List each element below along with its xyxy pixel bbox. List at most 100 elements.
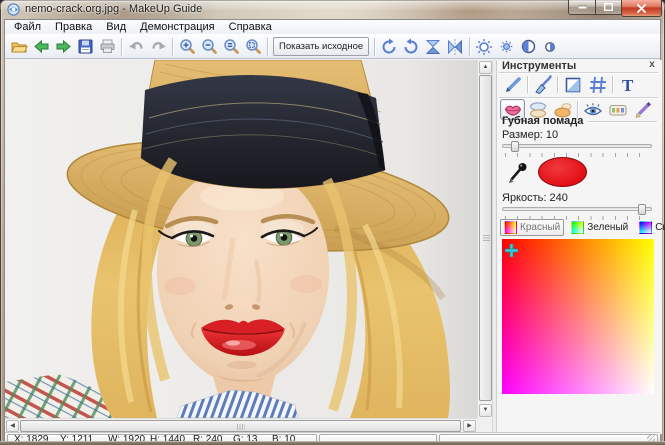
tools-row-1: T bbox=[500, 74, 640, 95]
color-tab-label: Зеленый bbox=[587, 222, 628, 233]
scroll-left-icon[interactable]: ◀ bbox=[6, 420, 19, 432]
crop-icon bbox=[563, 75, 583, 95]
slider-track[interactable] bbox=[502, 144, 652, 148]
scroll-right-icon[interactable]: ▶ bbox=[463, 420, 476, 432]
flip-vertical-button[interactable] bbox=[422, 36, 444, 58]
tools-panel: Инструменты x bbox=[497, 60, 662, 434]
tool-grid[interactable] bbox=[585, 74, 610, 95]
color-preview-row bbox=[502, 156, 654, 188]
forward-button[interactable] bbox=[52, 36, 74, 58]
eyedropper-button[interactable] bbox=[506, 159, 530, 185]
vertical-scroll-thumb[interactable] bbox=[479, 75, 492, 401]
close-icon bbox=[637, 4, 646, 13]
app-window: nemo-crack.org.jpg - MakeUp Guide Файл П… bbox=[0, 0, 665, 445]
color-tab-blue[interactable]: Синий bbox=[635, 219, 665, 236]
tool-pen[interactable] bbox=[500, 74, 525, 95]
redo-button[interactable] bbox=[147, 36, 169, 58]
client-area: Файл Правка Вид Демонстрация Справка bbox=[4, 19, 661, 441]
brightness-button[interactable] bbox=[473, 36, 495, 58]
menu-help[interactable]: Справка bbox=[222, 20, 279, 34]
toolbar-separator bbox=[172, 38, 173, 56]
color-tab-label: Синий bbox=[655, 222, 665, 233]
tool-text[interactable]: T bbox=[615, 74, 640, 95]
printer-icon bbox=[99, 38, 116, 55]
open-folder-icon bbox=[11, 38, 28, 55]
show-original-button[interactable]: Показать исходное bbox=[273, 37, 369, 56]
brightness-sun-icon bbox=[475, 38, 493, 56]
contrast-circle-icon bbox=[520, 38, 537, 55]
vertical-scrollbar[interactable]: ▲ ▼ bbox=[477, 60, 492, 418]
menu-view[interactable]: Вид bbox=[99, 20, 133, 34]
maximize-button[interactable] bbox=[595, 0, 621, 15]
divider bbox=[588, 121, 657, 122]
flip-vertical-icon bbox=[424, 38, 442, 56]
save-button[interactable] bbox=[74, 36, 96, 58]
zoom-fit-icon bbox=[245, 38, 262, 55]
print-button[interactable] bbox=[96, 36, 118, 58]
blue-gradient-swatch bbox=[639, 221, 652, 234]
size-slider-thumb[interactable] bbox=[511, 141, 519, 152]
open-button[interactable] bbox=[8, 36, 30, 58]
zoom-fit-button[interactable] bbox=[242, 36, 264, 58]
section-title: Губная помада bbox=[502, 115, 583, 127]
back-button[interactable] bbox=[30, 36, 52, 58]
panel-title: Инструменты bbox=[502, 60, 576, 72]
scroll-up-icon[interactable]: ▲ bbox=[479, 61, 492, 74]
zoom-out-icon bbox=[201, 38, 218, 55]
tool-crop[interactable] bbox=[560, 74, 585, 95]
color-mode-tabs: Красный Зеленый Синий bbox=[500, 219, 659, 237]
brightness-small-button[interactable] bbox=[495, 36, 517, 58]
save-floppy-icon bbox=[77, 38, 94, 55]
rotate-cw-button[interactable] bbox=[378, 36, 400, 58]
menu-file[interactable]: Файл bbox=[7, 20, 48, 34]
brightness-slider[interactable] bbox=[502, 204, 652, 213]
undo-icon bbox=[128, 38, 145, 55]
flip-horizontal-button[interactable] bbox=[444, 36, 466, 58]
titlebar[interactable]: nemo-crack.org.jpg - MakeUp Guide bbox=[0, 0, 665, 19]
divider bbox=[527, 76, 528, 93]
brightness-small-icon bbox=[500, 40, 513, 53]
zoom-out-button[interactable] bbox=[198, 36, 220, 58]
tool-brush[interactable] bbox=[530, 74, 555, 95]
zoom-actual-icon bbox=[223, 38, 240, 55]
contrast-small-button[interactable] bbox=[539, 36, 561, 58]
green-gradient-swatch bbox=[571, 221, 584, 234]
minimize-button[interactable] bbox=[568, 0, 595, 15]
section-header: Губная помада bbox=[502, 115, 657, 127]
brightness-slider-thumb[interactable] bbox=[638, 204, 646, 215]
thumb-grip bbox=[237, 424, 245, 430]
picker-crosshair-icon[interactable] bbox=[505, 244, 518, 257]
divider bbox=[499, 72, 658, 73]
image-canvas[interactable] bbox=[5, 60, 477, 418]
selected-color-preview bbox=[538, 157, 587, 187]
zoom-actual-button[interactable] bbox=[220, 36, 242, 58]
panel-close-button[interactable]: x bbox=[647, 60, 657, 71]
red-gradient-swatch bbox=[504, 221, 517, 234]
zoom-in-button[interactable] bbox=[176, 36, 198, 58]
toolbar-separator bbox=[267, 38, 268, 56]
contrast-small-icon bbox=[544, 41, 556, 53]
contrast-button[interactable] bbox=[517, 36, 539, 58]
color-gradient-picker[interactable] bbox=[502, 239, 654, 394]
color-tab-red[interactable]: Красный bbox=[500, 219, 564, 236]
forward-arrow-icon bbox=[55, 38, 72, 55]
rotate-ccw-button[interactable] bbox=[400, 36, 422, 58]
toolbar-separator bbox=[374, 38, 375, 56]
close-button[interactable] bbox=[621, 0, 662, 17]
eyedropper-icon bbox=[507, 160, 529, 184]
color-tab-green[interactable]: Зеленый bbox=[567, 219, 632, 236]
scroll-down-icon[interactable]: ▼ bbox=[479, 404, 492, 417]
size-label: Размер: 10 bbox=[502, 129, 558, 141]
back-arrow-icon bbox=[33, 38, 50, 55]
menu-edit[interactable]: Правка bbox=[48, 20, 99, 34]
horizontal-scroll-thumb[interactable] bbox=[20, 420, 461, 432]
app-icon bbox=[7, 3, 20, 16]
horizontal-scrollbar[interactable]: ◀ ▶ bbox=[5, 418, 477, 432]
slider-track[interactable] bbox=[502, 207, 652, 211]
size-slider[interactable] bbox=[502, 141, 652, 150]
rotate-ccw-icon bbox=[402, 38, 420, 56]
undo-button[interactable] bbox=[125, 36, 147, 58]
menu-demonstration[interactable]: Демонстрация bbox=[133, 20, 222, 34]
brush-icon bbox=[533, 75, 553, 95]
caption-buttons bbox=[568, 0, 662, 17]
